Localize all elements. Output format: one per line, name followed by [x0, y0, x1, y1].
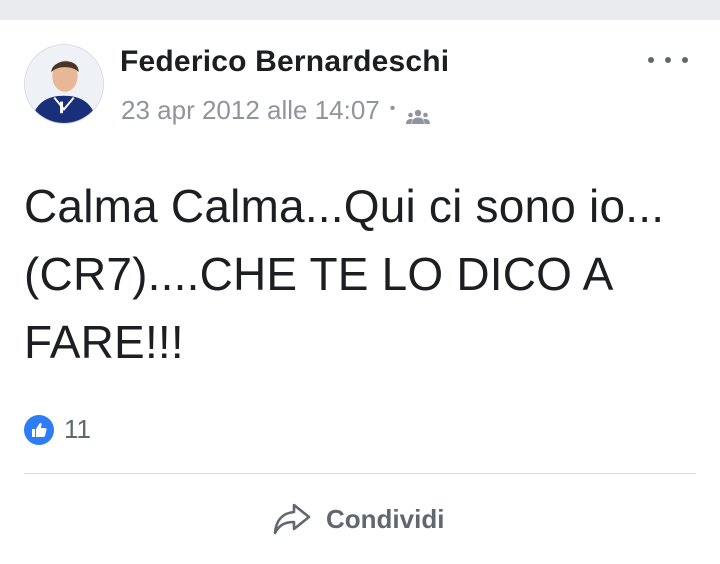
more-dot-icon: [648, 57, 654, 63]
more-dot-icon: [665, 57, 671, 63]
share-label: Condividi: [326, 503, 445, 534]
more-options-button[interactable]: [648, 50, 688, 70]
post-timestamp[interactable]: 23 apr 2012 alle 14:07: [121, 95, 380, 126]
post-meta: 23 apr 2012 alle 14:07 •: [121, 95, 431, 126]
friends-icon[interactable]: [405, 102, 431, 124]
post-author[interactable]: Federico Bernardeschi: [120, 45, 449, 79]
divider: [24, 473, 696, 474]
share-arrow-icon: [273, 503, 311, 535]
avatar-photo: [25, 45, 103, 123]
meta-separator: •: [389, 99, 396, 117]
reactions-summary[interactable]: 11: [24, 414, 91, 445]
post-text: Calma Calma...Qui ci sono io...(CR7)....…: [24, 180, 665, 368]
share-button[interactable]: Condividi: [272, 498, 444, 540]
like-icon: [24, 414, 54, 445]
more-dot-icon: [682, 57, 688, 63]
top-bar: [0, 0, 720, 20]
avatar[interactable]: [24, 44, 104, 124]
like-count: 11: [64, 414, 91, 444]
